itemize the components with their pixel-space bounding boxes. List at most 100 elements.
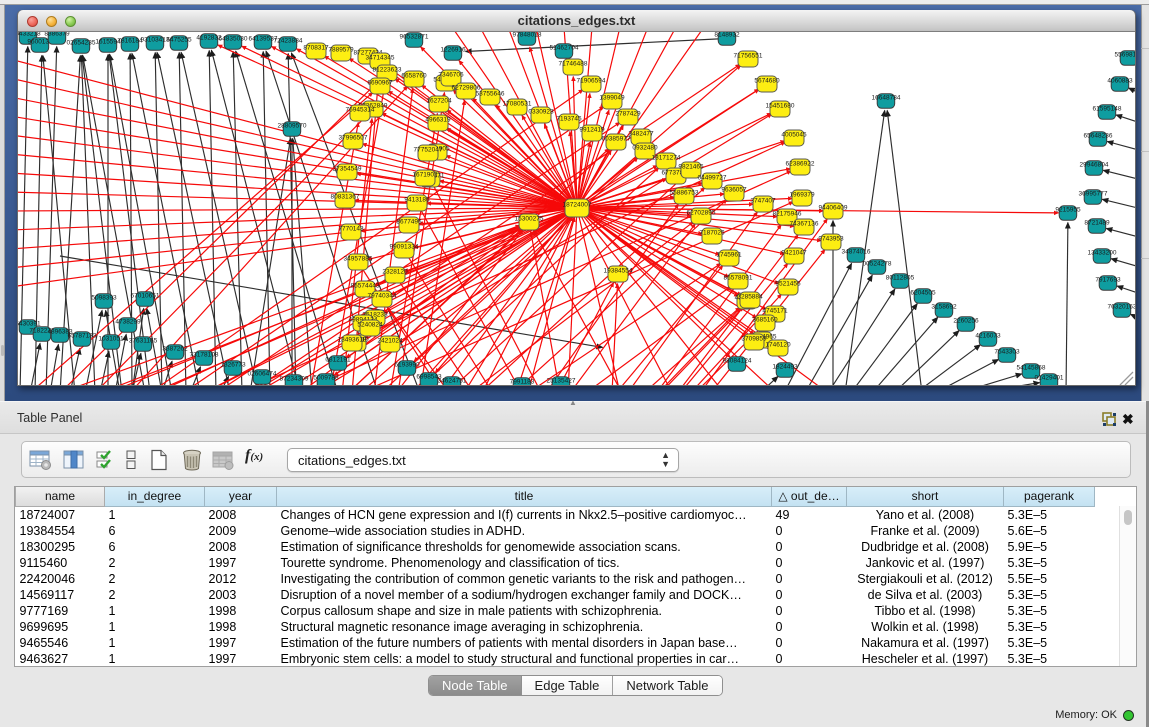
svg-text:3747407: 3747407: [750, 198, 776, 205]
svg-text:36995777: 36995777: [1079, 191, 1108, 198]
svg-text:4966319: 4966319: [425, 117, 451, 124]
svg-text:62702895: 62702895: [687, 210, 716, 217]
svg-text:3387262: 3387262: [162, 346, 188, 353]
svg-text:6475255: 6475255: [166, 37, 192, 44]
svg-text:77752047: 77752047: [414, 147, 443, 154]
svg-text:71906594: 71906594: [577, 78, 606, 85]
svg-text:65787133: 65787133: [68, 333, 97, 340]
svg-text:3285884: 3285884: [737, 294, 763, 301]
svg-text:71756551: 71756551: [734, 53, 763, 60]
svg-text:4738299: 4738299: [115, 319, 141, 326]
svg-text:71746488: 71746488: [559, 61, 588, 68]
svg-text:9821465: 9821465: [678, 164, 704, 171]
svg-text:0433218: 0433218: [18, 32, 41, 38]
svg-text:54145868: 54145868: [1017, 365, 1046, 372]
svg-text:3482477: 3482477: [628, 131, 654, 138]
svg-text:13493618: 13493618: [338, 337, 367, 344]
svg-text:1326773: 1326773: [220, 362, 246, 369]
svg-text:01429401: 01429401: [1035, 375, 1064, 382]
svg-text:72423884: 72423884: [274, 38, 303, 45]
svg-text:1746120: 1746120: [765, 342, 791, 349]
svg-text:8386379: 8386379: [44, 32, 70, 38]
svg-text:4216073: 4216073: [975, 333, 1001, 340]
svg-text:80112805: 80112805: [886, 275, 915, 282]
svg-text:16648784: 16648784: [872, 95, 901, 102]
svg-text:79740344: 79740344: [368, 293, 397, 300]
svg-text:1969379: 1969379: [789, 192, 815, 199]
svg-text:7346706: 7346706: [438, 72, 464, 79]
svg-text:3709859: 3709859: [741, 336, 767, 343]
svg-text:15300275: 15300275: [515, 216, 544, 223]
svg-text:02606474: 02606474: [248, 371, 277, 378]
svg-text:3685160: 3685160: [752, 317, 778, 324]
svg-text:9421047: 9421047: [781, 250, 807, 257]
svg-text:1745961: 1745961: [716, 252, 742, 259]
svg-text:5674680: 5674680: [754, 78, 780, 85]
svg-text:0932480: 0932480: [632, 145, 658, 152]
svg-text:6204505: 6204505: [910, 290, 936, 297]
svg-text:97848018: 97848018: [513, 32, 542, 39]
svg-text:7991183: 7991183: [510, 379, 535, 386]
svg-text:28809570: 28809570: [278, 123, 307, 130]
svg-text:3158692: 3158692: [931, 304, 957, 311]
svg-text:6690967: 6690967: [367, 80, 393, 87]
svg-text:7187026: 7187026: [699, 230, 725, 237]
svg-text:1627204: 1627204: [426, 98, 452, 105]
svg-text:19384554: 19384554: [604, 268, 633, 275]
svg-text:9413186: 9413186: [404, 197, 430, 204]
svg-text:7816184: 7816184: [117, 38, 143, 45]
svg-text:76320163: 76320163: [1108, 304, 1135, 311]
svg-text:34957885: 34957885: [344, 256, 373, 263]
svg-text:27354549: 27354549: [333, 166, 362, 173]
svg-text:2421024: 2421024: [377, 338, 403, 345]
svg-text:9521456: 9521456: [775, 281, 801, 288]
svg-text:81223623: 81223623: [373, 67, 402, 74]
svg-text:02654235: 02654235: [67, 40, 96, 47]
svg-text:60385977: 60385977: [602, 136, 631, 143]
svg-text:96532871: 96532871: [400, 34, 429, 41]
svg-text:18724007: 18724007: [563, 202, 592, 209]
svg-text:76945314: 76945314: [346, 107, 375, 114]
svg-text:8677496: 8677496: [396, 219, 422, 226]
svg-text:00524278: 00524278: [863, 261, 892, 268]
svg-text:2328120: 2328120: [382, 269, 408, 276]
svg-text:9636057: 9636057: [721, 187, 747, 194]
svg-text:15451680: 15451680: [766, 103, 795, 110]
svg-text:34874016: 34874016: [842, 249, 871, 256]
svg-text:7889579: 7889579: [328, 47, 354, 54]
svg-text:34624751: 34624751: [438, 378, 467, 385]
svg-text:13433200: 13433200: [1088, 250, 1117, 257]
svg-text:04499727: 04499727: [698, 175, 727, 182]
svg-text:2260256: 2260256: [953, 318, 979, 325]
svg-text:55698169: 55698169: [1115, 52, 1135, 59]
svg-text:7770143: 7770143: [338, 226, 364, 233]
svg-text:8148932: 8148932: [714, 32, 740, 39]
svg-text:4005045: 4005045: [781, 132, 807, 139]
svg-text:85574443: 85574443: [351, 283, 380, 290]
svg-text:80831367: 80831367: [331, 194, 360, 201]
svg-text:87234309: 87234309: [280, 376, 309, 383]
svg-text:4745171: 4745171: [762, 308, 788, 315]
svg-text:73178108: 73178108: [190, 352, 219, 359]
svg-text:1671902: 1671902: [412, 172, 438, 179]
svg-text:25135427: 25135427: [547, 378, 576, 385]
svg-text:5009788: 5009788: [313, 375, 339, 382]
svg-text:6658760: 6658760: [401, 73, 427, 80]
svg-text:62386922: 62386922: [786, 161, 815, 168]
svg-text:1031051: 1031051: [98, 336, 124, 343]
svg-text:1824493: 1824493: [772, 364, 798, 371]
svg-text:37996507: 37996507: [339, 135, 368, 142]
svg-text:5240824: 5240824: [357, 322, 383, 329]
svg-text:2787429: 2787429: [615, 111, 641, 118]
svg-text:0812191: 0812191: [325, 357, 351, 364]
svg-text:34714345: 34714345: [366, 55, 395, 62]
svg-text:9743953: 9743953: [818, 236, 844, 243]
svg-text:7193745: 7193745: [556, 116, 582, 123]
svg-text:82175946: 82175946: [773, 211, 802, 218]
svg-text:55886753: 55886753: [670, 190, 699, 197]
svg-text:13171274: 13171274: [652, 155, 681, 162]
svg-text:9912419: 9912419: [579, 127, 605, 134]
svg-text:99091334: 99091334: [390, 244, 419, 251]
svg-text:74367136: 74367136: [790, 221, 819, 228]
svg-text:17080531: 17080531: [503, 101, 532, 108]
